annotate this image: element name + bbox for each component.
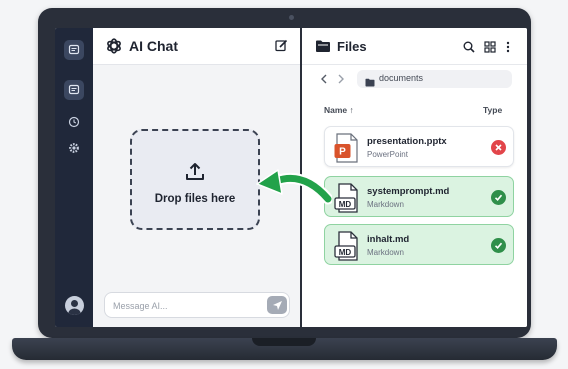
file-type: Markdown [367,248,404,257]
drop-label: Drop files here [154,193,236,205]
chat-icon[interactable] [64,80,84,100]
file-name: systemprompt.md [367,186,450,197]
breadcrumb[interactable]: documents [357,70,512,88]
send-button[interactable] [267,296,287,314]
powerpoint-file-icon: P [334,133,360,168]
file-name: inhalt.md [367,234,410,245]
more-icon[interactable] [505,40,511,58]
svg-text:MD: MD [339,200,352,209]
error-icon[interactable] [491,140,506,155]
markdown-file-icon: MD [334,183,360,218]
folder-icon [315,39,331,58]
files-header: Files [302,28,527,65]
send-icon [272,300,282,310]
file-type: Markdown [367,200,404,209]
drag-arrow-icon [256,169,332,205]
svg-text:MD: MD [339,248,352,257]
back-icon[interactable] [319,72,329,90]
path-text: documents [379,73,424,83]
drop-zone[interactable]: Drop files here [130,129,260,230]
file-row[interactable]: P presentation.pptx PowerPoint [324,126,514,167]
laptop-notch [252,338,316,346]
file-type: PowerPoint [367,150,408,159]
avatar[interactable] [65,296,84,315]
column-header-type[interactable]: Type [483,105,502,115]
chat-title: AI Chat [129,38,178,54]
path-bar: documents [302,68,527,90]
markdown-file-icon: MD [334,231,360,266]
files-title: Files [337,39,367,54]
upload-icon [184,161,206,188]
file-row[interactable]: MD inhalt.md Markdown [324,224,514,265]
grid-icon[interactable] [484,40,496,58]
chat-header: AI Chat [93,28,300,65]
check-icon [491,190,506,205]
message-box [104,292,290,318]
sidebar-rail [55,28,93,327]
history-icon[interactable] [64,112,84,132]
search-icon[interactable] [463,40,475,58]
column-header-name[interactable]: Name ↑ [324,105,354,115]
settings-icon[interactable] [64,138,84,158]
forward-icon[interactable] [336,72,346,90]
edit-icon[interactable] [275,39,288,57]
svg-text:P: P [339,147,346,158]
chat-icon[interactable] [64,40,84,60]
message-input[interactable] [111,297,265,315]
camera [289,15,294,20]
check-icon [491,238,506,253]
openai-logo-icon [105,37,123,60]
file-name: presentation.pptx [367,136,447,147]
files-panel: Files documents Name ↑ Type P presentati… [302,28,527,327]
file-row[interactable]: MD systemprompt.md Markdown [324,176,514,217]
folder-icon [365,74,375,92]
